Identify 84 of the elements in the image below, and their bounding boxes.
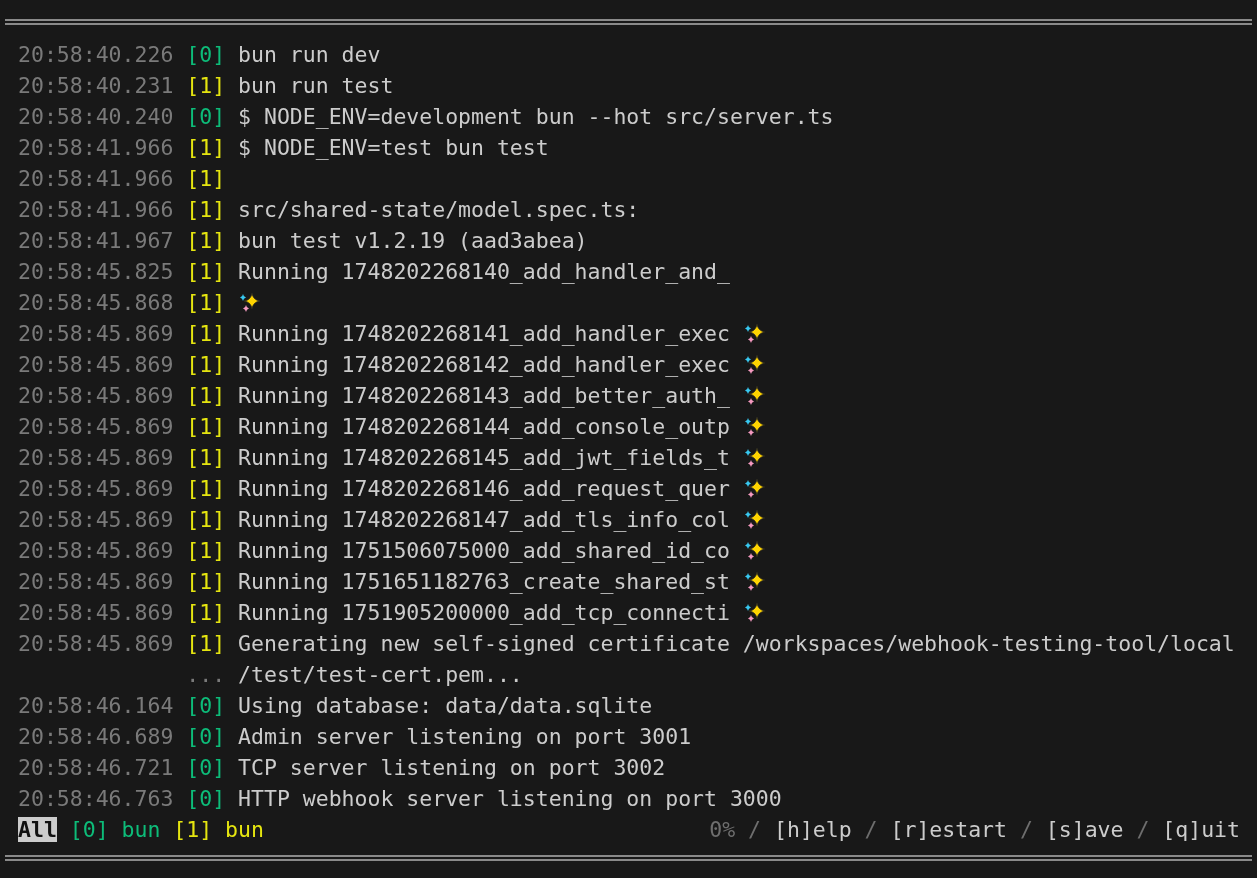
process-tag: [0] — [186, 693, 226, 718]
process-tag: [1] — [186, 73, 226, 98]
timestamp: 20:58:45.869 — [18, 600, 174, 625]
log-message: src/shared-state/model.spec.ts: — [238, 197, 640, 222]
timestamp: 20:58:40.226 — [18, 42, 174, 67]
log-message: Running 1751651182763_create_shared_st — [238, 569, 730, 594]
timestamp: 20:58:41.967 — [18, 228, 174, 253]
separator: / — [1019, 817, 1033, 842]
log-message: bun run test — [238, 73, 394, 98]
log-message: Running 1751506075000_add_shared_id_co — [238, 538, 730, 563]
process-tag: [1] — [186, 321, 226, 346]
separator: / — [864, 817, 878, 842]
process-filter-tab[interactable]: [1] bun — [173, 817, 264, 842]
process-filter-tab[interactable]: [0] bun — [69, 817, 161, 842]
timestamp: 20:58:40.240 — [18, 104, 174, 129]
process-tag: [1] — [186, 352, 226, 377]
process-tag: [1] — [186, 414, 226, 439]
process-tag: [1] — [186, 538, 226, 563]
timestamp: 20:58:45.869 — [18, 383, 174, 408]
process-tag: [0] — [186, 724, 226, 749]
key-hint: [r]estart — [890, 817, 1007, 842]
log-message: Generating new self-signed certificate /workspaces/webhook-testing-tool/local — [238, 631, 1235, 656]
process-tag: [1] — [186, 476, 226, 501]
timestamp: 20:58:45.869 — [18, 538, 174, 563]
key-hint: [q]uit — [1162, 817, 1240, 842]
scroll-percent: 0% — [709, 817, 736, 842]
process-tag: [1] — [186, 569, 226, 594]
log-message: /test/test-cert.pem... — [238, 662, 523, 687]
process-tag: [1] — [186, 197, 226, 222]
process-filter-tab[interactable]: All — [18, 817, 57, 842]
timestamp: 20:58:46.721 — [18, 755, 174, 780]
timestamp: 20:58:40.231 — [18, 73, 174, 98]
process-tag: [1] — [186, 259, 226, 284]
process-tag: [1] — [186, 600, 226, 625]
timestamp: 20:58:45.869 — [18, 507, 174, 532]
process-tag: [1] — [186, 445, 226, 470]
log-message: Using database: data/data.sqlite — [238, 693, 653, 718]
process-tag: [1] — [186, 135, 226, 160]
separator: / — [1136, 817, 1150, 842]
timestamp: 20:58:46.763 — [18, 786, 174, 811]
log-message: Running 1751905200000_add_tcp_connecti — [238, 600, 730, 625]
process-tag: [1] — [186, 631, 226, 656]
log-message: Running 1748202268141_add_handler_exec — [238, 321, 730, 346]
log-message: Running 1748202268140_add_handler_and_ — [238, 259, 730, 284]
log-message: $ NODE_ENV=test bun test — [238, 135, 549, 160]
process-tag: [0] — [186, 104, 226, 129]
timestamp: 20:58:41.966 — [18, 197, 174, 222]
timestamp: 20:58:41.966 — [18, 166, 174, 191]
timestamp: 20:58:45.869 — [18, 445, 174, 470]
timestamp: 20:58:45.869 — [18, 352, 174, 377]
process-tag: [1] — [186, 290, 226, 315]
process-tag: [0] — [186, 786, 226, 811]
process-tag: [1] — [186, 383, 226, 408]
key-hint: [s]ave — [1045, 817, 1124, 842]
timestamp: 20:58:45.869 — [18, 414, 174, 439]
process-tag: [0] — [186, 755, 226, 780]
log-message: Running 1748202268146_add_request_quer — [238, 476, 730, 501]
log-message: bun run dev — [238, 42, 381, 67]
log-message: Running 1748202268142_add_handler_exec — [238, 352, 730, 377]
timestamp: 20:58:45.869 — [18, 569, 174, 594]
timestamp: 20:58:45.869 — [18, 321, 174, 346]
process-tag: [1] — [186, 166, 226, 191]
timestamp: 20:58:45.825 — [18, 259, 174, 284]
log-message: Admin server listening on port 3001 — [238, 724, 692, 749]
process-tag: [1] — [186, 228, 226, 253]
log-message: Running 1748202268144_add_console_outp — [238, 414, 730, 439]
timestamp: 20:58:45.869 — [18, 631, 174, 656]
log-message: Running 1748202268145_add_jwt_fields_t — [238, 445, 730, 470]
timestamp: 20:58:41.966 — [18, 135, 174, 160]
log-message: TCP server listening on port 3002 — [238, 755, 666, 780]
log-message: Running 1748202268143_add_better_auth_ — [238, 383, 730, 408]
process-tag: [1] — [186, 507, 226, 532]
separator: / — [748, 817, 762, 842]
timestamp: 20:58:46.164 — [18, 693, 174, 718]
log-message: HTTP webhook server listening on port 3000 — [238, 786, 782, 811]
log-message: $ NODE_ENV=development bun --hot src/server.ts — [238, 104, 834, 129]
key-hint: [h]elp — [774, 817, 852, 842]
wrap-marker: ... — [186, 662, 226, 687]
process-tag: [0] — [186, 42, 226, 67]
log-message: Running 1748202268147_add_tls_info_col — [238, 507, 730, 532]
timestamp: 20:58:46.689 — [18, 724, 174, 749]
timestamp: 20:58:45.869 — [18, 476, 174, 501]
log-message: bun test v1.2.19 (aad3abea) — [238, 228, 588, 253]
timestamp: 20:58:45.868 — [18, 290, 174, 315]
